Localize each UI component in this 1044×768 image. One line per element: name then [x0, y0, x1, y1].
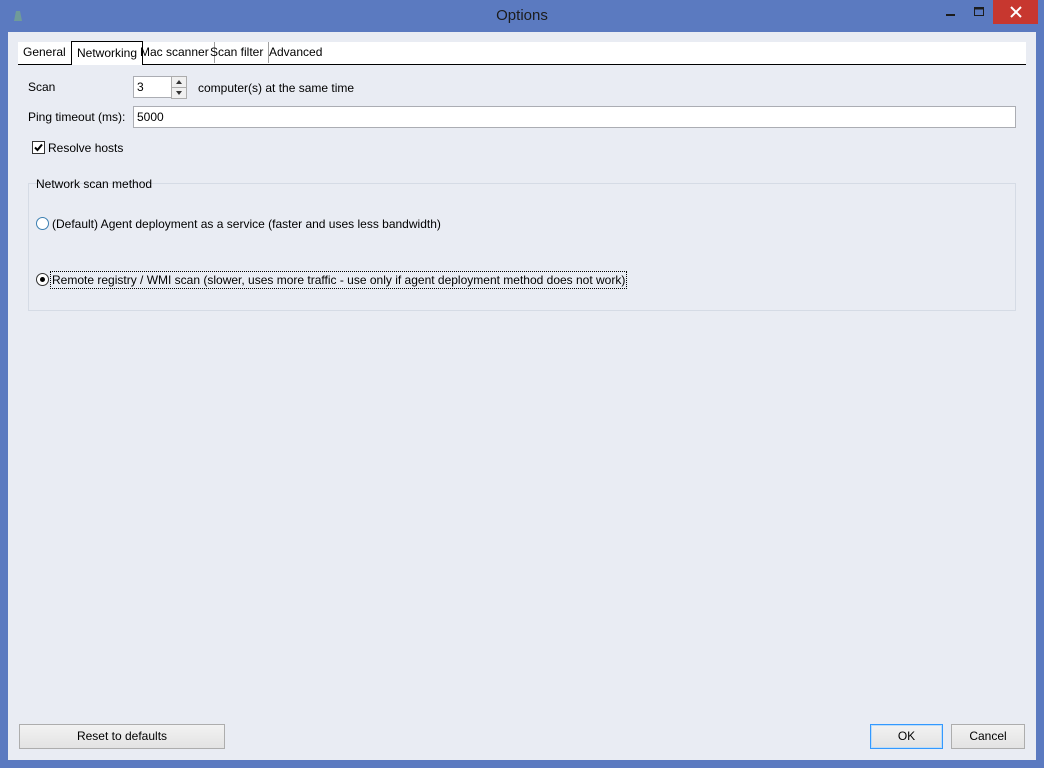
tab-networking[interactable]: Networking [71, 41, 144, 65]
tab-strip: General Networking Mac scanner Scan filt… [18, 41, 1026, 65]
tab-scan-filter[interactable]: Scan filter [205, 42, 270, 63]
close-button[interactable] [993, 0, 1038, 24]
scan-suffix-label: computer(s) at the same time [198, 81, 355, 95]
remote-registry-label[interactable]: Remote registry / WMI scan (slower, uses… [49, 271, 628, 289]
agent-deployment-label[interactable]: (Default) Agent deployment as a service … [52, 217, 441, 231]
close-icon [1009, 6, 1022, 18]
checkmark-icon [34, 143, 43, 152]
tab-general[interactable]: General [18, 42, 72, 63]
ping-timeout-input[interactable]: 5000 [133, 106, 1016, 128]
dialog-body: General Networking Mac scanner Scan filt… [8, 32, 1036, 760]
radio-agent-deployment[interactable] [36, 217, 49, 230]
scan-count-stepper[interactable]: 3 [133, 76, 189, 99]
ok-button[interactable]: OK [870, 724, 943, 749]
cancel-button[interactable]: Cancel [951, 724, 1025, 749]
chevron-down-icon [176, 91, 182, 95]
reset-defaults-button[interactable]: Reset to defaults [19, 724, 225, 749]
network-scan-method-label: Network scan method [36, 177, 153, 191]
options-window: Options General Networking Mac scanner S… [0, 0, 1044, 768]
minimize-button[interactable] [937, 0, 965, 24]
radio-remote-registry[interactable] [36, 273, 49, 286]
spin-buttons [171, 76, 187, 99]
maximize-icon [974, 7, 984, 16]
resolve-hosts-label[interactable]: Resolve hosts [48, 141, 123, 155]
resolve-hosts-checkbox[interactable] [32, 141, 45, 154]
ping-timeout-label: Ping timeout (ms): [28, 110, 126, 124]
window-title: Options [496, 7, 548, 24]
scan-label: Scan [28, 80, 56, 94]
network-scan-method-group [28, 183, 1016, 311]
scan-count-input[interactable]: 3 [133, 76, 173, 98]
tab-advanced[interactable]: Advanced [264, 42, 327, 63]
title-bar[interactable]: Options [0, 0, 1044, 32]
spin-down-button[interactable] [171, 87, 187, 99]
maximize-button[interactable] [965, 0, 993, 24]
tab-mac-scanner[interactable]: Mac scanner [135, 42, 215, 63]
minimize-icon [946, 14, 955, 16]
chevron-up-icon [176, 80, 182, 84]
